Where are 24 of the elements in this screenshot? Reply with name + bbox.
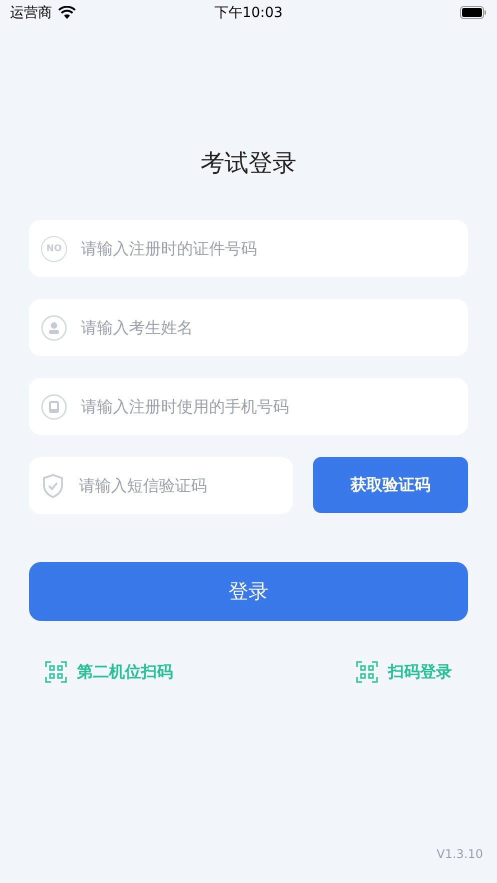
wifi-icon: [58, 6, 76, 19]
scan-icon: [45, 661, 67, 683]
status-time: 下午10:03: [214, 4, 283, 22]
version-text: V1.3.10: [436, 847, 483, 861]
input-field[interactable]: 请输入短信验证码: [29, 457, 293, 514]
page-title: 考试登录: [200, 148, 298, 179]
person-icon: [41, 314, 67, 340]
text-input[interactable]: 请输入注册时的证件号码: [79, 238, 456, 259]
id-icon: NO: [41, 236, 67, 262]
phone-icon: [41, 394, 67, 420]
text-input[interactable]: 请输入考生姓名: [79, 317, 456, 338]
login-button[interactable]: 登录: [29, 562, 468, 621]
text-input[interactable]: 请输入注册时使用的手机号码: [79, 396, 456, 417]
input-field[interactable]: 请输入注册时使用的手机号码: [29, 378, 468, 435]
text-input[interactable]: 请输入短信验证码: [77, 475, 281, 496]
carrier-name: 运营商: [10, 4, 52, 22]
get-code-button[interactable]: 获取验证码: [313, 457, 468, 513]
input-field[interactable]: 请输入考生姓名: [29, 299, 468, 356]
scan-link[interactable]: 扫码登录: [356, 661, 452, 683]
scan-link[interactable]: 第二机位扫码: [45, 661, 173, 683]
scan-icon: [356, 661, 378, 683]
shield-icon: [41, 472, 65, 498]
battery-icon: [460, 6, 487, 19]
input-field[interactable]: NO 请输入注册时的证件号码: [29, 220, 468, 277]
